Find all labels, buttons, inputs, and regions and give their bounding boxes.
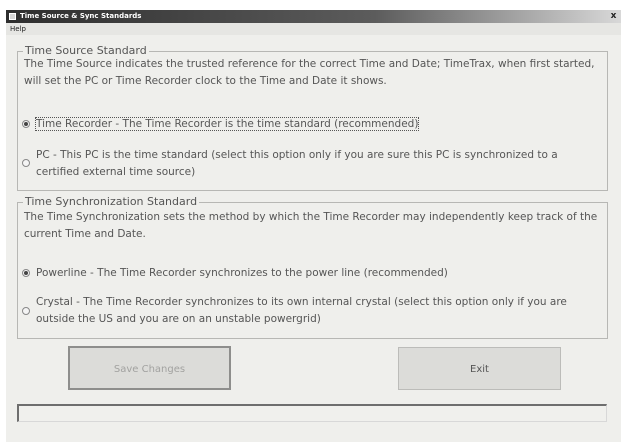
time-sync-description: The Time Synchronization sets the method… [24, 211, 598, 240]
time-recorder-option[interactable]: Time Recorder - The Time Recorder is the… [22, 116, 602, 133]
close-icon[interactable]: x [608, 10, 619, 23]
pc-option[interactable]: PC - This PC is the time standard (selec… [22, 147, 602, 181]
powerline-label[interactable]: Powerline - The Time Recorder synchroniz… [36, 265, 596, 282]
time-recorder-label[interactable]: Time Recorder - The Time Recorder is the… [34, 117, 420, 131]
menu-bar: Help [6, 23, 621, 35]
time-source-description: The Time Source indicates the trusted re… [24, 58, 595, 87]
powerline-radio[interactable] [22, 269, 30, 277]
crystal-label[interactable]: Crystal - The Time Recorder synchronizes… [36, 294, 596, 328]
time-source-group: Time Source Standard The Time Source ind… [17, 44, 608, 191]
exit-button[interactable]: Exit [398, 347, 561, 390]
save-changes-button[interactable]: Save Changes [68, 346, 231, 390]
title-bar[interactable]: Time Source & Sync Standards x [6, 10, 621, 23]
pc-label[interactable]: PC - This PC is the time standard (selec… [36, 147, 596, 181]
window-title: Time Source & Sync Standards [20, 12, 142, 20]
time-source-sync-window: Time Source & Sync Standards x Help Time… [6, 10, 621, 442]
status-bar [17, 404, 607, 422]
powerline-option[interactable]: Powerline - The Time Recorder synchroniz… [22, 265, 602, 282]
pc-radio[interactable] [22, 159, 30, 167]
time-recorder-radio[interactable] [22, 120, 30, 128]
app-icon [9, 13, 16, 20]
time-sync-legend: Time Synchronization Standard [23, 195, 200, 208]
crystal-option[interactable]: Crystal - The Time Recorder synchronizes… [22, 294, 602, 328]
menu-item-help[interactable]: Help [10, 23, 26, 35]
time-sync-group: Time Synchronization Standard The Time S… [17, 195, 608, 339]
crystal-radio[interactable] [22, 307, 30, 315]
